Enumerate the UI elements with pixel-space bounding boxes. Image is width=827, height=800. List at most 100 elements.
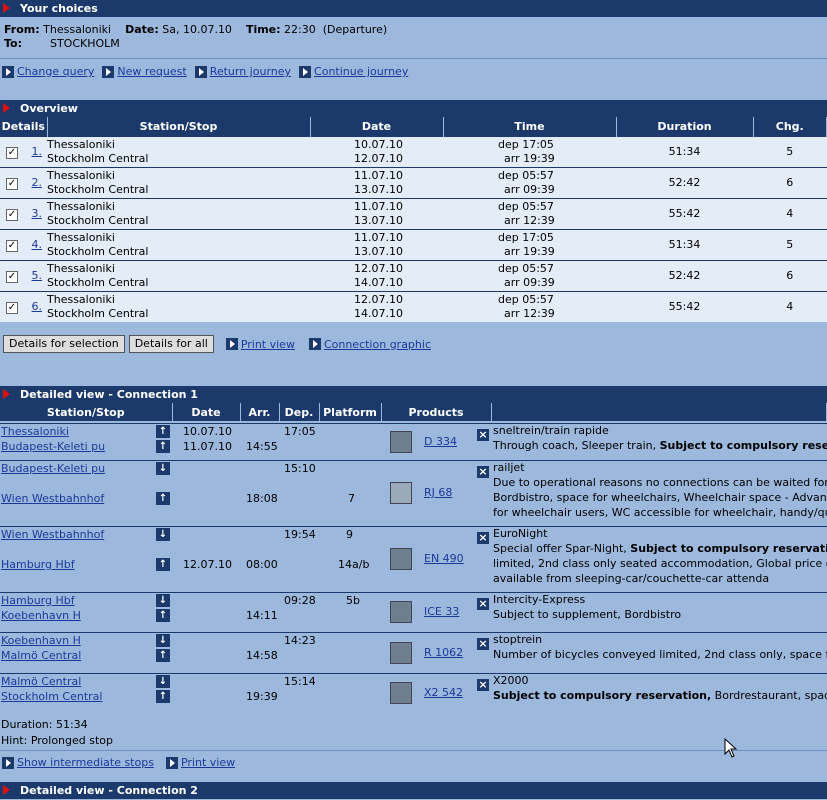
arrival-station-link[interactable]: Wien Westbahnhof xyxy=(1,491,104,506)
select-checkbox[interactable]: ✓ xyxy=(6,301,18,314)
from-station: Thessaloniki xyxy=(47,261,115,275)
arrival-station-link[interactable]: Malmö Central xyxy=(1,648,81,663)
connection-number-link[interactable]: 6. xyxy=(32,300,43,313)
connection-number-link[interactable]: 3. xyxy=(32,207,43,220)
product-info: Due to operational reasons no connection… xyxy=(493,475,827,490)
select-checkbox[interactable]: ✓ xyxy=(6,239,18,252)
connection-number-link[interactable]: 5. xyxy=(32,269,43,282)
close-icon[interactable]: × xyxy=(477,679,489,691)
connection-number-link[interactable]: 2. xyxy=(32,176,43,189)
product-name: EuroNight xyxy=(493,527,548,540)
continue-journey-link[interactable]: Continue journey xyxy=(314,65,408,78)
train-icon xyxy=(390,548,412,570)
close-icon[interactable]: × xyxy=(477,466,489,478)
station-cell: Thessaloniki Stockholm Central xyxy=(47,290,310,322)
departure-station-link[interactable]: Budapest-Keleti pu xyxy=(1,461,105,476)
arrow-up-icon[interactable]: ↑ xyxy=(156,609,170,622)
connection-row[interactable]: ✓ 3. Thessaloniki Stockholm Central 11.07.1… xyxy=(0,197,827,229)
print-view-link[interactable]: Print view xyxy=(181,756,235,769)
product-info: Subject to compulsory reservation, Bordr… xyxy=(493,688,827,703)
col-date: Date xyxy=(172,403,241,421)
arrow-up-icon[interactable]: ↑ xyxy=(156,492,170,505)
time-cell: dep 17:05 arr 19:39 xyxy=(443,135,616,167)
arrival-station-link[interactable]: Koebenhavn H xyxy=(1,608,81,623)
connection-row[interactable]: ✓ 4. Thessaloniki Stockholm Central 11.07.1… xyxy=(0,228,827,260)
show-intermediate-stops-link[interactable]: Show intermediate stops xyxy=(17,756,154,769)
details-cell: ✓ 6. xyxy=(0,290,47,322)
change-query-link[interactable]: Change query xyxy=(17,65,94,78)
changes-cell: 5 xyxy=(753,135,827,167)
arrow-up-icon[interactable]: ↑ xyxy=(156,649,170,662)
arrow-down-icon[interactable]: ↓ xyxy=(156,462,170,475)
arrow-up-icon[interactable]: ↑ xyxy=(156,440,170,453)
date-cell: 12.07.10 14.07.10 xyxy=(310,290,443,322)
train-icon xyxy=(390,430,412,453)
arrow-down-icon[interactable]: ↓ xyxy=(156,528,170,541)
arrow-down-icon[interactable]: ↓ xyxy=(156,634,170,647)
select-checkbox[interactable]: ✓ xyxy=(6,146,18,159)
connection-graphic-link[interactable]: Connection graphic xyxy=(324,338,431,351)
connection-number-link[interactable]: 1. xyxy=(32,145,43,158)
train-product-link[interactable]: X2 542 xyxy=(424,685,463,700)
info-text: Bordrestaurant, space fo xyxy=(714,689,827,702)
connection-row[interactable]: ✓ 1. Thessaloniki Stockholm Central 10.07.1… xyxy=(0,135,827,167)
connection-number-link[interactable]: 4. xyxy=(32,238,43,251)
arr-date: 12.07.10 xyxy=(183,558,232,571)
col-duration: Duration xyxy=(616,117,754,136)
changes-cell: 6 xyxy=(753,166,827,198)
duration-cell: 55:42 xyxy=(616,290,753,322)
departure-station-link[interactable]: Koebenhavn H xyxy=(1,633,81,648)
connection-row[interactable]: ✓ 5. Thessaloniki Stockholm Central 12.07.1… xyxy=(0,259,827,291)
arrow-up-icon[interactable]: ↑ xyxy=(156,690,170,703)
arrival-station-link[interactable]: Hamburg Hbf xyxy=(1,557,75,572)
triangle-icon xyxy=(3,3,10,13)
dep-time: dep 05:57 xyxy=(498,261,554,275)
arrow-up-icon[interactable]: ↑ xyxy=(156,425,170,438)
product-info: Number of bicycles conveyed limited, 2nd… xyxy=(493,647,827,662)
col-dep: Dep. xyxy=(279,403,320,421)
departure-station-link[interactable]: Hamburg Hbf xyxy=(1,593,75,608)
close-icon[interactable]: × xyxy=(477,638,489,650)
info-text: Subject to supplement, Bordbistro xyxy=(493,608,682,621)
arrow-down-icon[interactable]: ↓ xyxy=(156,675,170,688)
print-view-link[interactable]: Print view xyxy=(241,338,295,351)
close-icon[interactable]: × xyxy=(477,532,489,544)
dep-date: 12.07.10 xyxy=(354,292,403,306)
details-for-all-button[interactable]: Details for all xyxy=(128,335,214,353)
train-product-link[interactable]: RJ 68 xyxy=(424,485,452,500)
from-value: Thessaloniki xyxy=(43,23,112,36)
col-changes: Chg. xyxy=(753,117,827,136)
arrival-station-link[interactable]: Budapest-Keleti pu xyxy=(1,439,105,454)
dep-platform: 9 xyxy=(346,528,353,541)
new-request-link[interactable]: New request xyxy=(117,65,186,78)
details-for-selection-button[interactable]: Details for selection xyxy=(3,335,125,353)
arrow-up-icon[interactable]: ↑ xyxy=(156,558,170,571)
departure-station-link[interactable]: Thessaloniki xyxy=(1,424,69,439)
date-label: Date: xyxy=(125,23,159,36)
segment-row xyxy=(0,592,827,632)
arrow-down-icon[interactable]: ↓ xyxy=(156,594,170,607)
connection-row[interactable]: ✓ 6. Thessaloniki Stockholm Central 12.07.1… xyxy=(0,290,827,322)
departure-station-link[interactable]: Wien Westbahnhof xyxy=(1,527,104,542)
connection-row[interactable]: ✓ 2. Thessaloniki Stockholm Central 11.07.1… xyxy=(0,166,827,198)
train-product-link[interactable]: EN 490 xyxy=(424,551,464,566)
time-cell: dep 05:57 arr 09:39 xyxy=(443,259,616,291)
close-icon[interactable]: × xyxy=(477,429,489,441)
select-checkbox[interactable]: ✓ xyxy=(6,208,18,221)
select-checkbox[interactable]: ✓ xyxy=(6,177,18,190)
train-icon xyxy=(390,482,412,504)
train-product-link[interactable]: D 334 xyxy=(424,434,457,449)
train-product-link[interactable]: ICE 33 xyxy=(424,604,459,619)
arrival-station-link[interactable]: Stockholm Central xyxy=(1,689,102,704)
train-product-link[interactable]: R 1062 xyxy=(424,645,463,660)
product-name: stoptrein xyxy=(493,633,543,646)
divider xyxy=(0,750,827,751)
changes-cell: 4 xyxy=(753,290,827,322)
close-icon[interactable]: × xyxy=(477,598,489,610)
return-journey-link[interactable]: Return journey xyxy=(210,65,291,78)
departure-station-link[interactable]: Malmö Central xyxy=(1,674,81,689)
to-station: Stockholm Central xyxy=(47,275,149,289)
select-checkbox[interactable]: ✓ xyxy=(6,270,18,283)
product-info-line: Bordbistro, space for wheelchairs, Wheel… xyxy=(493,491,827,504)
duration-text: Duration: 51:34 xyxy=(1,718,88,731)
